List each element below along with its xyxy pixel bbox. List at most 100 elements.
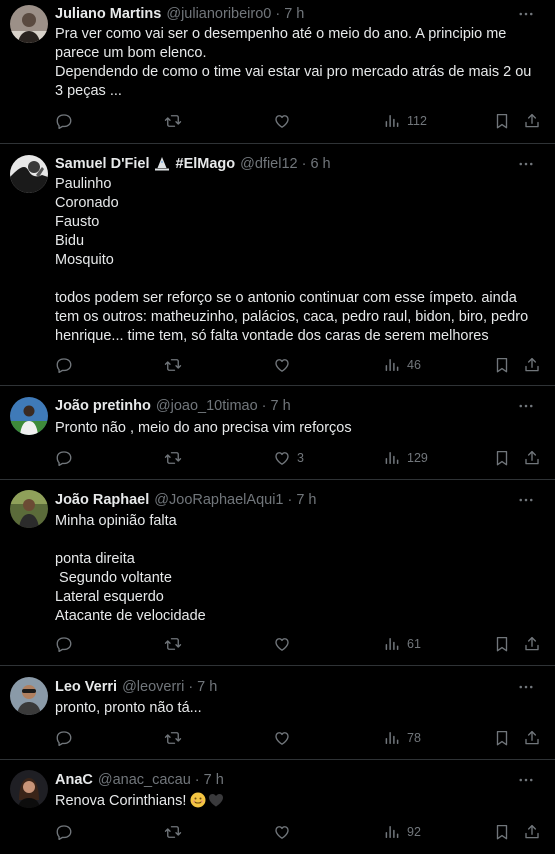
views-button[interactable]: 78 xyxy=(383,728,421,748)
bookmark-button[interactable] xyxy=(493,634,511,654)
reply-button[interactable] xyxy=(55,822,73,842)
timestamp[interactable]: 7 h xyxy=(271,398,291,414)
tweet-header: Samuel D'Fiel #ElMago @dfiel12 · 6 h xyxy=(55,154,331,174)
heart-icon xyxy=(273,635,291,653)
author-handle[interactable]: @joao_10timao xyxy=(156,398,258,414)
magic-hat-emoji-icon xyxy=(154,157,169,171)
bookmark-button[interactable] xyxy=(493,355,511,375)
author-name[interactable]: João Raphael xyxy=(55,492,149,508)
bookmark-button[interactable] xyxy=(493,448,511,468)
share-button[interactable] xyxy=(523,822,541,842)
black-heart-emoji-icon xyxy=(209,794,224,807)
timestamp[interactable]: 6 h xyxy=(310,156,330,172)
avatar[interactable] xyxy=(10,397,48,435)
like-button[interactable] xyxy=(273,822,297,842)
share-button[interactable] xyxy=(523,634,541,654)
bookmark-button[interactable] xyxy=(493,728,511,748)
author-name[interactable]: Leo Verri xyxy=(55,679,117,695)
more-dots-icon[interactable] xyxy=(517,771,535,789)
views-button[interactable]: 61 xyxy=(383,634,421,654)
heart-icon xyxy=(273,356,291,374)
author-name-suffix[interactable]: #ElMago xyxy=(176,156,236,172)
heart-icon xyxy=(273,449,291,467)
retweet-button[interactable] xyxy=(164,448,182,468)
retweet-icon xyxy=(164,112,182,130)
share-button[interactable] xyxy=(523,448,541,468)
bookmark-button[interactable] xyxy=(493,111,511,131)
bookmark-button[interactable] xyxy=(493,822,511,842)
timestamp[interactable]: 7 h xyxy=(197,679,217,695)
author-name[interactable]: Juliano Martins xyxy=(55,6,161,22)
author-name[interactable]: João pretinho xyxy=(55,398,151,414)
tweet[interactable]: AnaC @anac_cacau · 7 h Renova Corinthian… xyxy=(0,760,555,854)
retweet-icon xyxy=(164,449,182,467)
author-handle[interactable]: @leoverri xyxy=(122,679,184,695)
tweet-header: Leo Verri @leoverri · 7 h xyxy=(55,677,217,697)
author-handle[interactable]: @anac_cacau xyxy=(98,772,191,788)
tweet[interactable]: João Raphael @JooRaphaelAqui1 · 7 h Minh… xyxy=(0,480,555,666)
retweet-button[interactable] xyxy=(164,634,182,654)
retweet-button[interactable] xyxy=(164,822,182,842)
heart-icon xyxy=(273,823,291,841)
avatar[interactable] xyxy=(10,155,48,193)
share-icon xyxy=(523,112,541,130)
views-chart-icon xyxy=(383,635,401,653)
timestamp[interactable]: 7 h xyxy=(204,772,224,788)
retweet-button[interactable] xyxy=(164,111,182,131)
author-handle[interactable]: @JooRaphaelAqui1 xyxy=(154,492,283,508)
retweet-button[interactable] xyxy=(164,355,182,375)
like-button[interactable]: 3 xyxy=(273,448,304,468)
avatar[interactable] xyxy=(10,490,48,528)
like-button[interactable] xyxy=(273,111,297,131)
like-button[interactable] xyxy=(273,355,297,375)
reply-button[interactable] xyxy=(55,634,73,654)
reply-icon xyxy=(55,112,73,130)
tweet[interactable]: Samuel D'Fiel #ElMago @dfiel12 · 6 h Pau… xyxy=(0,144,555,386)
timestamp[interactable]: 7 h xyxy=(284,6,304,22)
views-chart-icon xyxy=(383,356,401,374)
tweet[interactable]: João pretinho @joao_10timao · 7 h Pronto… xyxy=(0,386,555,480)
author-name[interactable]: Samuel D'Fiel xyxy=(55,156,150,172)
like-button[interactable] xyxy=(273,634,297,654)
more-dots-icon[interactable] xyxy=(517,155,535,173)
action-bar: 61 xyxy=(0,634,555,654)
avatar[interactable] xyxy=(10,770,48,808)
share-button[interactable] xyxy=(523,728,541,748)
tweet-text-container: Renova Corinthians! xyxy=(55,792,537,811)
views-button[interactable]: 112 xyxy=(383,111,427,131)
reply-button[interactable] xyxy=(55,728,73,748)
author-handle[interactable]: @julianoribeiro0 xyxy=(166,6,271,22)
author-name[interactable]: AnaC xyxy=(55,772,93,788)
action-bar: 46 xyxy=(0,355,555,375)
retweet-icon xyxy=(164,635,182,653)
action-bar: 92 xyxy=(0,822,555,842)
author-handle[interactable]: @dfiel12 xyxy=(240,156,297,172)
view-count: 78 xyxy=(407,731,421,745)
views-button[interactable]: 46 xyxy=(383,355,421,375)
tweet-text: Renova Corinthians! xyxy=(55,793,187,809)
tweet[interactable]: Leo Verri @leoverri · 7 h pronto, pronto… xyxy=(0,666,555,760)
retweet-button[interactable] xyxy=(164,728,182,748)
views-button[interactable]: 92 xyxy=(383,822,421,842)
avatar[interactable] xyxy=(10,677,48,715)
reply-icon xyxy=(55,356,73,374)
reply-button[interactable] xyxy=(55,448,73,468)
reply-button[interactable] xyxy=(55,355,73,375)
more-dots-icon[interactable] xyxy=(517,397,535,415)
separator-dot: · xyxy=(301,156,307,172)
like-count: 3 xyxy=(297,451,304,465)
timestamp[interactable]: 7 h xyxy=(296,492,316,508)
share-button[interactable] xyxy=(523,355,541,375)
share-button[interactable] xyxy=(523,111,541,131)
more-dots-icon[interactable] xyxy=(517,5,535,23)
avatar[interactable] xyxy=(10,5,48,43)
action-bar: 112 xyxy=(0,111,555,131)
like-button[interactable] xyxy=(273,728,297,748)
tweet[interactable]: Juliano Martins @julianoribeiro0 · 7 h P… xyxy=(0,0,555,144)
views-button[interactable]: 129 xyxy=(383,448,428,468)
reply-button[interactable] xyxy=(55,111,73,131)
separator-dot: · xyxy=(275,6,281,22)
more-dots-icon[interactable] xyxy=(517,491,535,509)
more-dots-icon[interactable] xyxy=(517,678,535,696)
view-count: 92 xyxy=(407,825,421,839)
